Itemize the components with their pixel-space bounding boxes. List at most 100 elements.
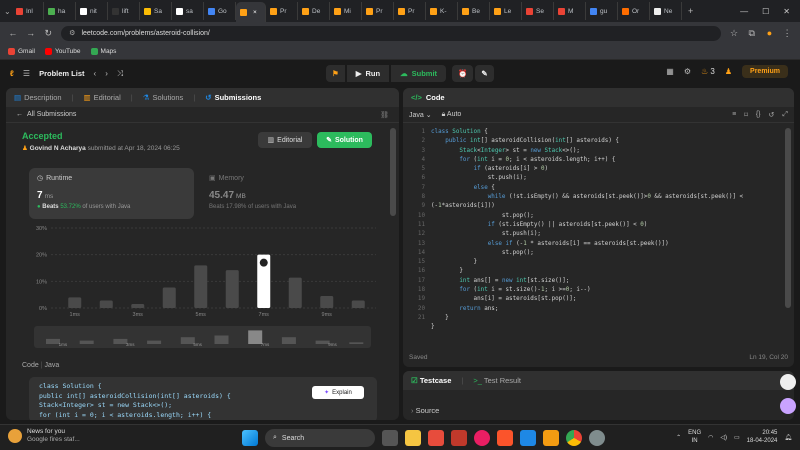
- task-view-icon[interactable]: [382, 430, 398, 446]
- browser-tab[interactable]: lift: [108, 2, 140, 20]
- format-icon[interactable]: ≡: [732, 111, 736, 119]
- brain-icon[interactable]: [780, 398, 796, 414]
- runtime-bar[interactable]: [320, 296, 334, 308]
- browser-tab[interactable]: K-: [426, 2, 458, 20]
- autocomplete-toggle[interactable]: 🔒︎ Auto: [442, 111, 462, 119]
- debug-button[interactable]: ⚑: [326, 65, 345, 82]
- back-arrow-icon[interactable]: ←: [16, 111, 23, 118]
- tab-search-icon[interactable]: ⌄: [0, 7, 12, 16]
- bookmark-icon[interactable]: ⌑: [744, 111, 748, 119]
- runtime-bar[interactable]: [225, 270, 239, 308]
- browser-tab[interactable]: sa: [172, 2, 204, 20]
- all-submissions-link[interactable]: All Submissions: [27, 111, 76, 118]
- office-icon[interactable]: [428, 430, 444, 446]
- next-problem-icon[interactable]: ›: [105, 69, 108, 78]
- close-tab-icon[interactable]: ×: [253, 9, 257, 16]
- runtime-bar[interactable]: [288, 277, 302, 308]
- copilot-icon[interactable]: [780, 374, 796, 390]
- back-icon[interactable]: ←: [8, 28, 18, 38]
- notes-button[interactable]: ✎: [475, 65, 494, 82]
- taskbar-search[interactable]: ⌕ Search: [265, 429, 375, 447]
- runtime-range-slider[interactable]: 1ms 3ms 5ms 7ms 9ms: [34, 326, 371, 348]
- run-button[interactable]: ▶ Run: [346, 65, 390, 82]
- mcafee-icon[interactable]: [451, 430, 467, 446]
- language-select[interactable]: Java ⌄: [409, 111, 432, 119]
- editorial-button[interactable]: ▥ Editorial: [258, 132, 312, 148]
- bookmark-star-icon[interactable]: ☆: [729, 28, 739, 39]
- browser-tab[interactable]: M: [554, 2, 586, 20]
- runtime-bar[interactable]: [99, 300, 113, 308]
- editor-scrollbar[interactable]: [785, 128, 791, 308]
- windows-start-icon[interactable]: [242, 430, 258, 446]
- runtime-bar[interactable]: [68, 297, 82, 308]
- minimize-icon[interactable]: —: [740, 7, 748, 16]
- url-field[interactable]: ⚙ leetcode.com/problems/asteroid-collisi…: [61, 25, 722, 41]
- code-lines[interactable]: class Solution { public int[] asteroidCo…: [431, 128, 791, 333]
- browser-tab[interactable]: De: [298, 2, 330, 20]
- memory-card[interactable]: ▣ Memory 45.47 MB Beats 17.98% of users wi…: [201, 168, 366, 219]
- browser-tab[interactable]: Be: [458, 2, 490, 20]
- brave-icon[interactable]: [497, 430, 513, 446]
- tab-test-result[interactable]: >_ Test Result: [473, 376, 521, 385]
- browser-tab[interactable]: Ne: [650, 2, 682, 20]
- chrome-icon[interactable]: [566, 430, 582, 446]
- maximize-icon[interactable]: ☐: [762, 7, 769, 16]
- mail-icon[interactable]: [520, 430, 536, 446]
- photos-icon[interactable]: [543, 430, 559, 446]
- chevron-up-icon[interactable]: ⌃: [676, 434, 681, 441]
- browser-tab[interactable]: Pr: [266, 2, 298, 20]
- shuffle-icon[interactable]: ⤨: [117, 69, 123, 79]
- fullscreen-icon[interactable]: ⤢: [782, 111, 788, 119]
- bookmark-item[interactable]: Gmail: [8, 48, 35, 55]
- browser-tab[interactable]: Pr: [394, 2, 426, 20]
- premium-button[interactable]: Premium: [742, 65, 788, 78]
- solution-button[interactable]: ✎ Solution: [317, 132, 372, 148]
- runtime-card[interactable]: ◷ Runtime 7 ms ● Beats 53.72% of users wit…: [29, 168, 194, 219]
- runtime-bar[interactable]: [194, 265, 208, 308]
- forward-icon[interactable]: →: [26, 28, 36, 38]
- runtime-bar[interactable]: [162, 287, 176, 308]
- author-name[interactable]: Govind N Acharya: [30, 145, 86, 152]
- browser-tab[interactable]: ×: [236, 2, 266, 22]
- bookmark-item[interactable]: YouTube: [44, 48, 81, 55]
- layout-icon[interactable]: ▦: [666, 67, 674, 76]
- browser-tab[interactable]: Le: [490, 2, 522, 20]
- close-window-icon[interactable]: ✕: [783, 7, 790, 16]
- browser-tab[interactable]: nit: [76, 2, 108, 20]
- avatar[interactable]: ♟: [725, 67, 732, 76]
- runtime-bar[interactable]: [351, 300, 365, 308]
- settings-icon[interactable]: ⚙: [684, 67, 691, 76]
- timer-button[interactable]: ⏰: [452, 65, 474, 82]
- wifi-icon[interactable]: ◠: [708, 434, 713, 441]
- browser-tab[interactable]: gu: [586, 2, 618, 20]
- streak-counter[interactable]: ♨ 3: [701, 67, 715, 76]
- settings-app-icon[interactable]: [589, 430, 605, 446]
- list-icon[interactable]: ☰: [23, 69, 30, 78]
- source-toggle[interactable]: › Source: [411, 406, 439, 415]
- leetcode-logo-icon[interactable]: ℓ: [10, 69, 14, 78]
- language-indicator[interactable]: ENG IN: [688, 429, 701, 445]
- browser-tab[interactable]: ha: [44, 2, 76, 20]
- reload-icon[interactable]: ↻: [43, 28, 53, 39]
- tab-submissions[interactable]: ↺ Submissions: [205, 93, 261, 102]
- browser-tab[interactable]: Se: [522, 2, 554, 20]
- submit-button[interactable]: ☁ Submit: [391, 65, 447, 82]
- code-editor[interactable]: 1 2 3 4 5 6 7 8 9 10 11 12 13 14 15 16 17 18 19 20 21 class …: [403, 125, 794, 350]
- site-info-icon[interactable]: ⚙: [69, 29, 75, 37]
- problem-list-link[interactable]: Problem List: [39, 69, 84, 78]
- left-scrollbar[interactable]: [390, 128, 396, 216]
- tab-description[interactable]: ▤ Description: [14, 93, 62, 102]
- browser-tab[interactable]: Go: [204, 2, 236, 20]
- browser-tab[interactable]: Or: [618, 2, 650, 20]
- browser-tab[interactable]: Inl: [12, 2, 44, 20]
- runtime-bar[interactable]: [131, 304, 145, 308]
- bookmark-item[interactable]: Maps: [90, 48, 116, 55]
- file-explorer-icon[interactable]: [405, 430, 421, 446]
- browser-tab[interactable]: Pr: [362, 2, 394, 20]
- notification-icon[interactable]: 🔔︎: [784, 434, 792, 441]
- opera-icon[interactable]: [474, 430, 490, 446]
- menu-icon[interactable]: ⋮: [782, 28, 792, 39]
- tab-testcase[interactable]: ☑ Testcase: [411, 376, 451, 385]
- tab-editorial[interactable]: ▥ Editorial: [84, 93, 121, 102]
- braces-icon[interactable]: {}: [756, 111, 761, 119]
